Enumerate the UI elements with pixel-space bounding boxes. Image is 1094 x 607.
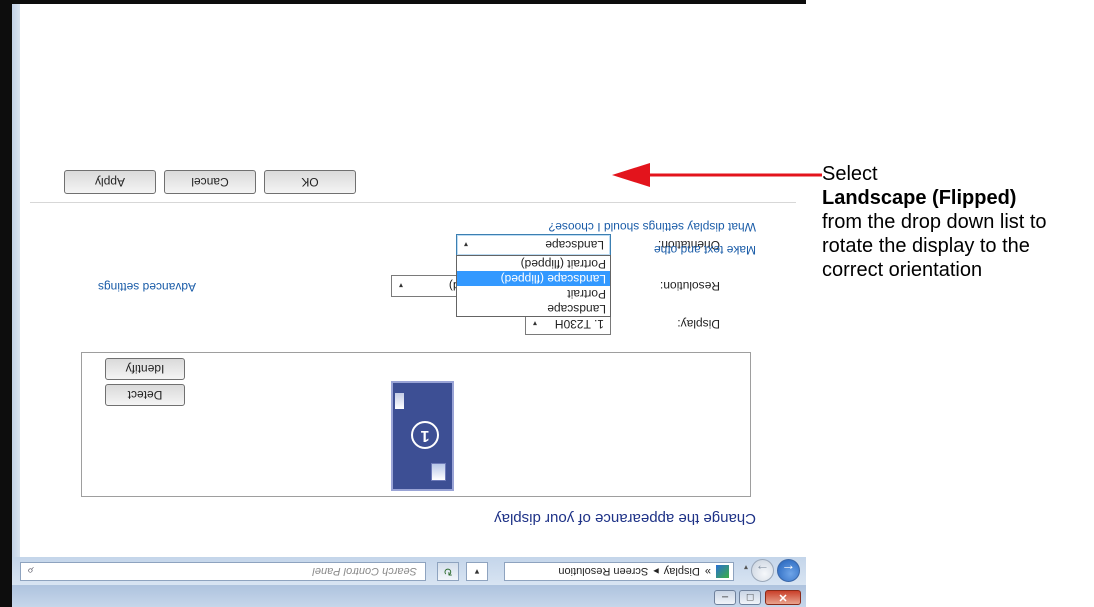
instruction-callout: Select Landscape (Flipped) from the drop…: [822, 162, 1084, 282]
callout-line-instructions: from the drop down list to rotate the di…: [822, 211, 1047, 281]
callout-line-option: Landscape (Flipped): [822, 187, 1017, 209]
callout-arrow: [612, 163, 822, 187]
callout-line-select: Select: [822, 163, 878, 185]
